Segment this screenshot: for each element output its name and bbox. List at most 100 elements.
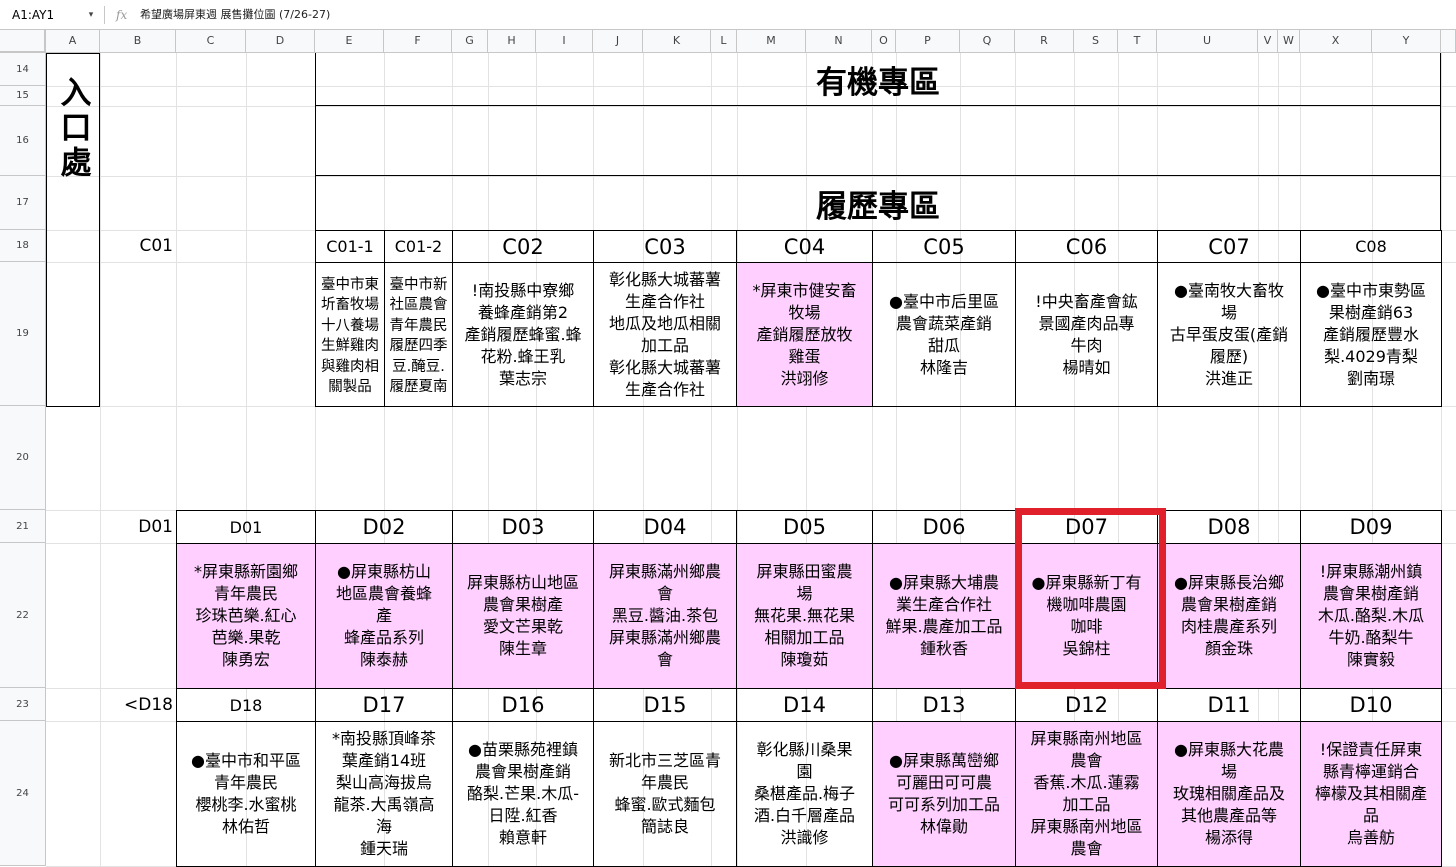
row-label-d-bottom[interactable]: <D18	[100, 688, 176, 721]
row-label-c[interactable]: C01	[100, 230, 176, 262]
column-header-r[interactable]: R	[1015, 30, 1074, 53]
stall-info-d03[interactable]: 屏東縣枋山地區 農會果樹產 愛文芒果乾 陳生章	[452, 543, 594, 689]
row-header-19[interactable]: 19	[0, 262, 46, 406]
stall-info-d05[interactable]: 屏東縣田蜜農場無花果.無花果 相關加工品 陳瓊茹	[736, 543, 873, 689]
stall-info-c07[interactable]: ●臺南牧大畜牧場古早蛋皮蛋(產銷 履歷) 洪進正	[1157, 262, 1301, 407]
column-header-h[interactable]: H	[488, 30, 536, 53]
stall-info-c03[interactable]: 彰化縣大城蕃薯 生產合作社 地瓜及地瓜相關 加工品 彰化縣大城蕃薯 生產合作社	[593, 262, 737, 407]
stall-info-d10[interactable]: !保證責任屏東 縣青檸運銷合 檸檬及其相關產品烏善舫	[1300, 721, 1442, 867]
column-header-o[interactable]: O	[872, 30, 896, 53]
column-header-a[interactable]: A	[46, 30, 100, 53]
stall-info-line: *屏東縣新園鄉	[193, 562, 298, 581]
row-header-20[interactable]: 20	[0, 406, 46, 510]
stall-code-d12[interactable]: D12	[1015, 688, 1158, 722]
row-header-14[interactable]: 14	[0, 53, 46, 86]
column-header-f[interactable]: F	[384, 30, 452, 53]
stall-info-d11[interactable]: ●屏東縣大花農場玫瑰相關產品及 其他農產品等 楊添得	[1157, 721, 1301, 867]
stall-code-c05[interactable]: C05	[872, 230, 1016, 263]
stall-info-d04[interactable]: 屏東縣滿州鄉農會黑豆.醬油.茶包 屏東縣滿州鄉農會	[593, 543, 737, 689]
stall-code-d18[interactable]: D18	[176, 688, 316, 722]
stall-code-d13[interactable]: D13	[872, 688, 1016, 722]
stall-code-d09[interactable]: D09	[1300, 510, 1442, 544]
stall-code-c07[interactable]: C07	[1157, 230, 1301, 263]
column-header-p[interactable]: P	[896, 30, 960, 53]
column-header-x[interactable]: X	[1300, 30, 1372, 53]
stall-code-d14[interactable]: D14	[736, 688, 873, 722]
stall-code-c03[interactable]: C03	[593, 230, 737, 263]
row-header-23[interactable]: 23	[0, 688, 46, 721]
stall-info-d15[interactable]: 新北市三芝區青 年農民 蜂蜜.歐式麵包 簡誌良	[593, 721, 737, 867]
stall-info-c06[interactable]: !中央畜產會鈜 景國產肉品專 牛肉 楊晴如	[1015, 262, 1158, 407]
column-header-e[interactable]: E	[315, 30, 384, 53]
stall-info-d02[interactable]: ●屏東縣枋山 地區農會養蜂產蜂產品系列 陳泰赫	[315, 543, 453, 689]
column-header-v[interactable]: V	[1258, 30, 1278, 53]
column-header-i[interactable]: I	[536, 30, 593, 53]
stall-code-c02[interactable]: C02	[452, 230, 594, 263]
column-header-t[interactable]: T	[1118, 30, 1157, 53]
stall-code-c01-1[interactable]: C01-1	[315, 230, 385, 263]
stall-code-c01-2[interactable]: C01-2	[384, 230, 453, 263]
row-header-22[interactable]: 22	[0, 543, 46, 688]
organic-zone-blank[interactable]	[315, 106, 1441, 176]
column-header-j[interactable]: J	[593, 30, 643, 53]
column-header-y[interactable]: Y	[1372, 30, 1441, 53]
column-header-d[interactable]: D	[246, 30, 315, 53]
column-header-m[interactable]: M	[737, 30, 806, 53]
column-header-w[interactable]: W	[1278, 30, 1300, 53]
column-header-q[interactable]: Q	[960, 30, 1015, 53]
organic-zone-title[interactable]: 有機專區	[315, 53, 1441, 106]
stall-info-c01-2[interactable]: 臺中市新社區農會青年農民履歷四季豆.醃豆.履歷夏南	[384, 262, 453, 407]
column-header-k[interactable]: K	[643, 30, 711, 53]
stall-code-c08[interactable]: C08	[1300, 230, 1442, 263]
stall-info-c05[interactable]: ●臺中市后里區 農會蔬菜產銷 甜瓜 林隆吉	[872, 262, 1016, 407]
stall-info-d08[interactable]: ●屏東縣長治鄉 農會果樹產銷 肉桂農產系列 顏金珠	[1157, 543, 1301, 689]
stall-info-c08[interactable]: ●臺中市東勢區 果樹產銷63 產銷履歷豐水 梨.4029青梨 劉南璟	[1300, 262, 1442, 407]
column-header-s[interactable]: S	[1074, 30, 1118, 53]
stall-code-d04[interactable]: D04	[593, 510, 737, 544]
formula-input[interactable]: 希望廣場屏東週 展售攤位圖 (7/26-27)	[140, 4, 1040, 26]
stall-code-c04[interactable]: C04	[736, 230, 873, 263]
stall-info-d17[interactable]: *南投縣頂峰茶 葉產銷14班 梨山高海拔烏 龍茶.大禹嶺高海鍾天瑞	[315, 721, 453, 867]
stall-code-d01[interactable]: D01	[176, 510, 316, 544]
column-header-c[interactable]: C	[176, 30, 246, 53]
column-header-u[interactable]: U	[1157, 30, 1258, 53]
stall-info-d09[interactable]: !屏東縣潮州鎮 農會果樹產銷 木瓜.酪梨.木瓜 牛奶.酪梨牛 陳實毅	[1300, 543, 1442, 689]
stall-info-d14[interactable]: 彰化縣川桑果園桑椹產品.梅子 酒.白千層產品 洪識修	[736, 721, 873, 867]
stall-code-d06[interactable]: D06	[872, 510, 1016, 544]
row-header-15[interactable]: 15	[0, 86, 46, 106]
column-header-n[interactable]: N	[806, 30, 872, 53]
stall-code-d16[interactable]: D16	[452, 688, 594, 722]
row-header-16[interactable]: 16	[0, 106, 46, 176]
stall-code-d05[interactable]: D05	[736, 510, 873, 544]
row-header-17[interactable]: 17	[0, 176, 46, 230]
traceability-zone-title[interactable]: 履歷專區	[315, 176, 1441, 230]
stall-code-d02[interactable]: D02	[315, 510, 453, 544]
stall-code-d17[interactable]: D17	[315, 688, 453, 722]
row-label-d-top[interactable]: D01	[100, 510, 176, 543]
column-header-g[interactable]: G	[452, 30, 488, 53]
row-header-21[interactable]: 21	[0, 510, 46, 543]
entrance-label-cell[interactable]: 入口處	[46, 53, 100, 407]
stall-info-c01-1[interactable]: 臺中市東圻畜牧場十八養場生鮮雞肉與雞肉相關製品	[315, 262, 385, 407]
row-header-18[interactable]: 18	[0, 230, 46, 262]
stall-info-d16[interactable]: ●苗栗縣苑裡鎮 農會果樹產銷 酪梨.芒果.木瓜- 日陞.紅香 賴意軒	[452, 721, 594, 867]
stall-info-c04[interactable]: *屏東市健安畜 牧場 產銷履歷放牧 雞蛋 洪翊修	[736, 262, 873, 407]
chevron-down-icon[interactable]: ▾	[84, 4, 98, 26]
stall-code-d11[interactable]: D11	[1157, 688, 1301, 722]
column-header-l[interactable]: L	[711, 30, 737, 53]
select-all-corner[interactable]	[0, 30, 46, 53]
column-header-b[interactable]: B	[100, 30, 176, 53]
stall-info-d06[interactable]: ●屏東縣大埔農 業生產合作社 鮮果.農產加工品 鍾秋香	[872, 543, 1016, 689]
stall-info-d18[interactable]: ●臺中市和平區 青年農民 櫻桃李.水蜜桃 林佑哲	[176, 721, 316, 867]
stall-code-d08[interactable]: D08	[1157, 510, 1301, 544]
stall-code-d15[interactable]: D15	[593, 688, 737, 722]
stall-info-d13[interactable]: ●屏東縣萬巒鄉 可麗田可可農 可可系列加工品 林偉勛	[872, 721, 1016, 867]
stall-info-c02[interactable]: !南投縣中寮鄉 養蜂產銷第2 產銷履歷蜂蜜.蜂 花粉.蜂王乳 葉志宗	[452, 262, 594, 407]
stall-code-d10[interactable]: D10	[1300, 688, 1442, 722]
stall-info-line: 劉南璟	[1346, 368, 1395, 388]
stall-code-c06[interactable]: C06	[1015, 230, 1158, 263]
stall-code-d03[interactable]: D03	[452, 510, 594, 544]
stall-info-d12[interactable]: 屏東縣南州地區 農會 香蕉.木瓜.蓮霧 加工品 屏東縣南州地區 農會	[1015, 721, 1158, 867]
row-header-24[interactable]: 24	[0, 721, 46, 866]
stall-info-d01[interactable]: *屏東縣新園鄉 青年農民 珍珠芭樂.紅心 芭樂.果乾 陳勇宏	[176, 543, 316, 689]
